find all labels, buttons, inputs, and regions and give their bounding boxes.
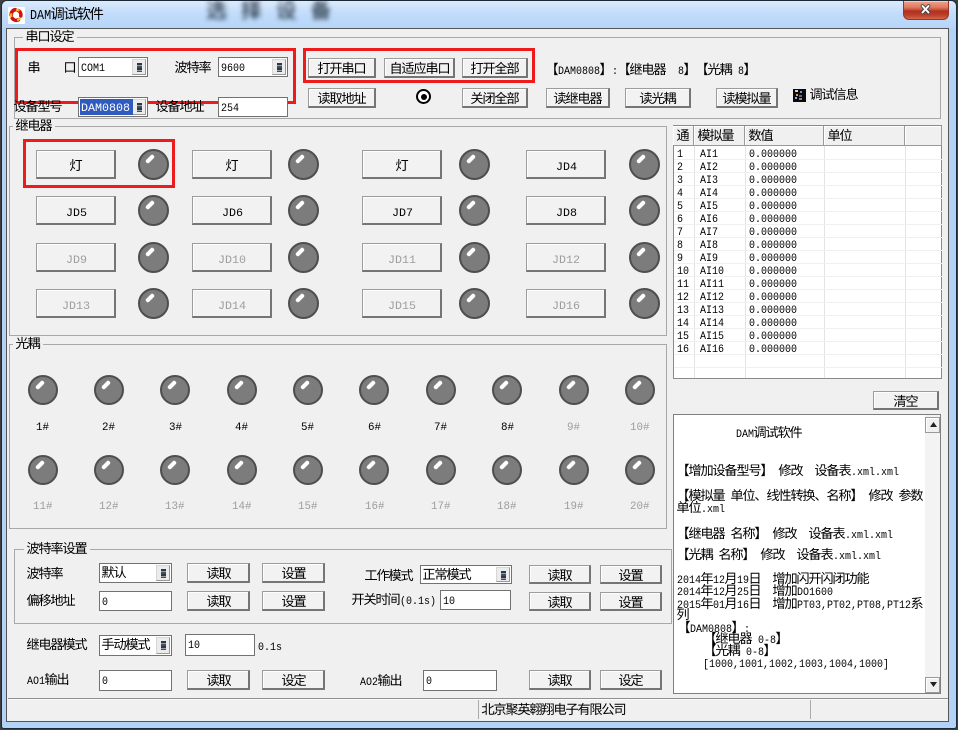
svg-text:[1000,1001,1002,1003,1004,1000: [1000,1001,1002,1003,1004,1000] — [703, 659, 889, 671]
svg-text:10: 10 — [188, 640, 200, 652]
svg-text:0: 0 — [102, 597, 108, 609]
svg-text:11#: 11# — [33, 501, 53, 513]
svg-text:10: 10 — [443, 596, 455, 608]
svg-text:13#: 13# — [165, 501, 185, 513]
svg-text:AO2: AO2 — [360, 677, 378, 689]
svg-text:DAM0808: DAM0808 — [81, 103, 130, 115]
svg-text:7#: 7# — [434, 422, 447, 434]
svg-text:6#: 6# — [368, 422, 381, 434]
svg-text:15#: 15# — [298, 501, 318, 513]
svg-text:3#: 3# — [169, 422, 182, 434]
svg-text:.xml.xml: .xml.xml — [851, 467, 899, 479]
svg-text:4#: 4# — [235, 422, 248, 434]
svg-text:8: 8 — [678, 66, 684, 78]
svg-text:JD16: JD16 — [552, 301, 580, 313]
svg-text:(0.1s): (0.1s) — [400, 596, 436, 608]
svg-text:COM1: COM1 — [81, 63, 105, 75]
svg-text:8#: 8# — [501, 422, 514, 434]
svg-text:16: 16 — [737, 600, 749, 612]
svg-text:PT03,PT02,PT08,PT12: PT03,PT02,PT08,PT12 — [797, 600, 911, 612]
svg-text:19#: 19# — [564, 501, 584, 513]
svg-text:10#: 10# — [630, 422, 650, 434]
svg-text:JD5: JD5 — [66, 208, 87, 220]
svg-text:JD14: JD14 — [218, 301, 246, 313]
svg-text:JD9: JD9 — [66, 255, 87, 267]
svg-text:.xml: .xml — [701, 504, 725, 516]
svg-text:0.000000: 0.000000 — [749, 344, 797, 356]
svg-text:0: 0 — [102, 676, 108, 688]
svg-text:.xml.xml: .xml.xml — [833, 551, 881, 563]
svg-text:254: 254 — [221, 103, 239, 115]
svg-text:16: 16 — [677, 344, 689, 356]
svg-text:.xml.xml: .xml.xml — [845, 530, 893, 542]
svg-text:JD6: JD6 — [222, 208, 243, 220]
svg-text:01: 01 — [713, 600, 725, 612]
svg-text:2#: 2# — [102, 422, 115, 434]
svg-text:20#: 20# — [630, 501, 650, 513]
svg-text:5#: 5# — [301, 422, 314, 434]
svg-text:JD13: JD13 — [62, 301, 90, 313]
svg-text:AI16: AI16 — [700, 344, 724, 356]
svg-text:14#: 14# — [232, 501, 252, 513]
svg-text:9600: 9600 — [221, 63, 245, 75]
svg-text:18#: 18# — [497, 501, 517, 513]
svg-text:JD15: JD15 — [388, 301, 416, 313]
svg-text:JD12: JD12 — [552, 255, 580, 267]
svg-text:JD10: JD10 — [218, 255, 246, 267]
svg-text:DAM: DAM — [736, 429, 754, 441]
svg-text:JD11: JD11 — [388, 255, 416, 267]
svg-text:JD8: JD8 — [556, 208, 577, 220]
svg-text:17#: 17# — [431, 501, 451, 513]
svg-text:JD7: JD7 — [392, 208, 413, 220]
svg-text:16#: 16# — [365, 501, 385, 513]
svg-text::: : — [612, 66, 618, 78]
svg-text:8: 8 — [738, 66, 744, 78]
svg-text:JD4: JD4 — [556, 162, 577, 174]
svg-text:12#: 12# — [99, 501, 119, 513]
svg-text:DAM0808: DAM0808 — [558, 66, 600, 78]
svg-text:DAM: DAM — [30, 8, 51, 24]
svg-text:AO1: AO1 — [27, 676, 45, 688]
svg-text:9#: 9# — [567, 422, 580, 434]
svg-text:0: 0 — [426, 676, 432, 688]
svg-text:0.1s: 0.1s — [258, 642, 282, 654]
svg-text:1#: 1# — [36, 422, 49, 434]
